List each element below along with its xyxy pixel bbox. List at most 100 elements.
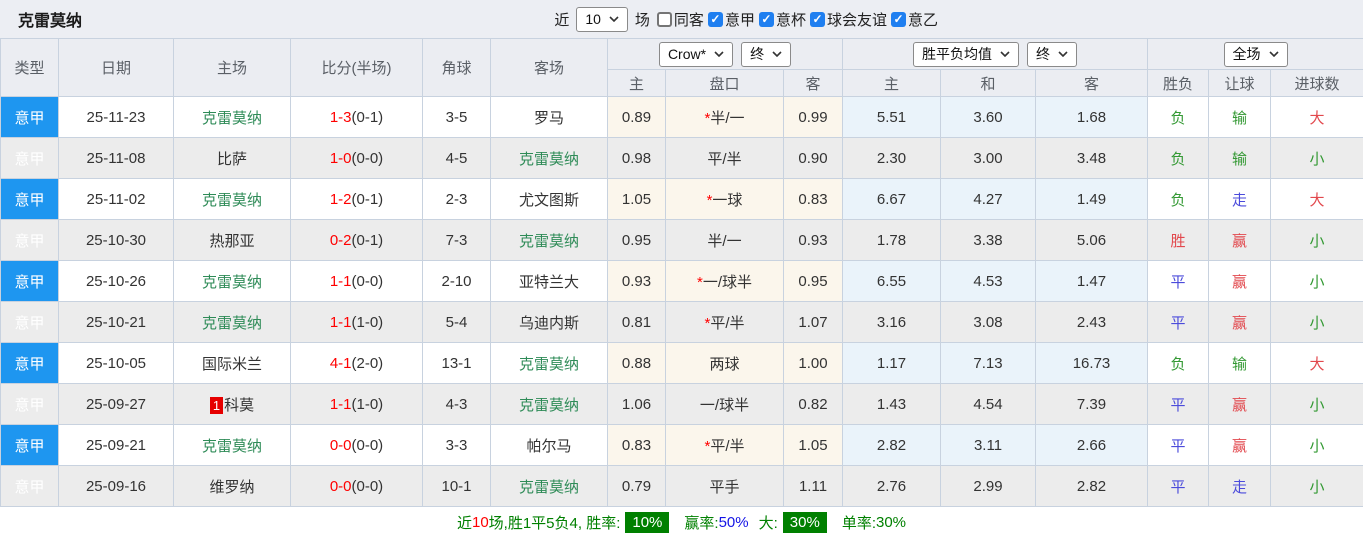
home-team-cell: 1科莫: [174, 384, 291, 425]
home-team-name: 克雷莫纳: [202, 110, 262, 127]
handicap-home-odds-cell: 0.95: [608, 220, 666, 261]
match-row: 意甲25-09-16维罗纳0-0(0-0)10-1克雷莫纳0.79平手1.112…: [1, 466, 1363, 507]
europe-home-odds-cell: 5.51: [843, 97, 941, 138]
full-time-score: 1-3: [330, 109, 352, 126]
europe-draw-odds-cell: 4.53: [941, 261, 1036, 302]
away-team-name: 亚特兰大: [519, 274, 579, 291]
score-cell: 1-0(0-0): [291, 138, 423, 179]
match-row: 意甲25-10-21克雷莫纳1-1(1-0)5-4乌迪内斯0.81*平/半1.0…: [1, 302, 1363, 343]
corners-cell: 10-1: [423, 466, 491, 507]
result-cell: 平: [1148, 261, 1209, 302]
col-header-result: 胜负: [1148, 70, 1209, 97]
col-header-ah-home: 主: [608, 70, 666, 97]
match-row: 意甲25-11-08比萨1-0(0-0)4-5克雷莫纳0.98平/半0.902.…: [1, 138, 1363, 179]
checkbox-checked-icon[interactable]: ✓: [891, 12, 906, 27]
europe-home-odds-cell: 6.67: [843, 179, 941, 220]
corners-cell: 3-5: [423, 97, 491, 138]
handicap-time-select[interactable]: 终: [741, 42, 791, 67]
filter-label: 球会友谊: [827, 9, 887, 30]
summary-text: 大:: [759, 512, 778, 533]
home-team-cell: 克雷莫纳: [174, 179, 291, 220]
date-cell: 25-09-21: [59, 425, 174, 466]
score-cell: 1-1(1-0): [291, 302, 423, 343]
league-cell: 意甲: [1, 179, 59, 220]
result-cell: 平: [1148, 466, 1209, 507]
rank-badge: 1: [210, 397, 223, 414]
home-team-name: 国际米兰: [202, 356, 262, 373]
home-team-cell: 克雷莫纳: [174, 302, 291, 343]
handicap-time-value: 终: [750, 46, 764, 63]
result-cell: 平: [1148, 384, 1209, 425]
away-team-name: 尤文图斯: [519, 192, 579, 209]
europe-odds-select[interactable]: 胜平负均值: [913, 42, 1019, 67]
home-team-name: 克雷莫纳: [202, 438, 262, 455]
handicap-home-odds-cell: 1.05: [608, 179, 666, 220]
match-row: 意甲25-10-26克雷莫纳1-1(0-0)2-10亚特兰大0.93*一/球半0…: [1, 261, 1363, 302]
filter-item[interactable]: ✓意杯: [759, 9, 806, 30]
top-bar: 克雷莫纳 近 10 场 同客✓意甲✓意杯✓球会友谊✓意乙: [0, 0, 1363, 38]
date-cell: 25-10-05: [59, 343, 174, 384]
handicap-away-odds-cell: 0.83: [784, 179, 843, 220]
filter-item[interactable]: ✓球会友谊: [810, 9, 887, 30]
handicap-line-cell: *平/半: [666, 302, 784, 343]
checkbox-checked-icon[interactable]: ✓: [810, 12, 825, 27]
full-time-score: 1-1: [330, 314, 352, 331]
handicap-line-cell: *平/半: [666, 425, 784, 466]
handicap-result-cell: 赢: [1209, 302, 1271, 343]
corners-cell: 4-3: [423, 384, 491, 425]
match-count-select[interactable]: 10: [576, 7, 628, 32]
result-cell: 负: [1148, 179, 1209, 220]
home-team-cell: 国际米兰: [174, 343, 291, 384]
goals-cell: 小: [1271, 302, 1363, 343]
full-time-score: 1-2: [330, 191, 352, 208]
europe-home-odds-cell: 2.30: [843, 138, 941, 179]
result-cell: 负: [1148, 138, 1209, 179]
summary-bar: 近10场,胜1平5负4, 胜率:10%赢率:50%大:30%单率:30%: [0, 507, 1363, 538]
europe-home-odds-cell: 1.43: [843, 384, 941, 425]
europe-draw-odds-cell: 3.08: [941, 302, 1036, 343]
filter-item[interactable]: ✓意甲: [708, 9, 755, 30]
score-cell: 0-2(0-1): [291, 220, 423, 261]
checkbox-checked-icon[interactable]: ✓: [759, 12, 774, 27]
away-team-cell: 亚特兰大: [491, 261, 608, 302]
europe-away-odds-cell: 1.49: [1036, 179, 1148, 220]
away-team-name: 克雷莫纳: [519, 397, 579, 414]
col-header-eu-home: 主: [843, 70, 941, 97]
filter-label: 意杯: [776, 9, 806, 30]
handicap-line-text: 半/一: [710, 110, 744, 127]
europe-away-odds-cell: 1.68: [1036, 97, 1148, 138]
handicap-away-odds-cell: 1.00: [784, 343, 843, 384]
bookmaker-select[interactable]: Crow*: [659, 42, 733, 67]
score-cell: 0-0(0-0): [291, 425, 423, 466]
league-cell: 意甲: [1, 343, 59, 384]
handicap-result-cell: 赢: [1209, 425, 1271, 466]
handicap-home-odds-cell: 1.06: [608, 384, 666, 425]
handicap-line-cell: 半/一: [666, 220, 784, 261]
summary-text: 50%: [719, 514, 749, 531]
europe-home-odds-cell: 2.76: [843, 466, 941, 507]
away-team-cell: 帕尔马: [491, 425, 608, 466]
match-row: 意甲25-11-02克雷莫纳1-2(0-1)2-3尤文图斯1.05*一球0.83…: [1, 179, 1363, 220]
home-team-cell: 热那亚: [174, 220, 291, 261]
result-cell: 胜: [1148, 220, 1209, 261]
goals-cell: 大: [1271, 97, 1363, 138]
league-cell: 意甲: [1, 138, 59, 179]
europe-time-select[interactable]: 终: [1027, 42, 1077, 67]
filter-label: 同客: [674, 9, 704, 30]
league-cell: 意甲: [1, 302, 59, 343]
europe-draw-odds-cell: 3.60: [941, 97, 1036, 138]
checkbox-unchecked-icon[interactable]: [657, 12, 672, 27]
match-row: 意甲25-11-23克雷莫纳1-3(0-1)3-5罗马0.89*半/一0.995…: [1, 97, 1363, 138]
handicap-line-cell: 一/球半: [666, 384, 784, 425]
col-header-date: 日期: [59, 39, 174, 97]
col-header-away: 客场: [491, 39, 608, 97]
scope-select[interactable]: 全场: [1224, 42, 1288, 67]
result-cell: 负: [1148, 343, 1209, 384]
goals-cell: 大: [1271, 179, 1363, 220]
handicap-away-odds-cell: 0.93: [784, 220, 843, 261]
filter-item[interactable]: ✓意乙: [891, 9, 938, 30]
checkbox-checked-icon[interactable]: ✓: [708, 12, 723, 27]
header-select-row: 类型 日期 主场 比分(半场) 角球 客场 Crow* 终: [1, 39, 1363, 70]
filter-item[interactable]: 同客: [657, 9, 704, 30]
europe-time-value: 终: [1036, 46, 1050, 63]
